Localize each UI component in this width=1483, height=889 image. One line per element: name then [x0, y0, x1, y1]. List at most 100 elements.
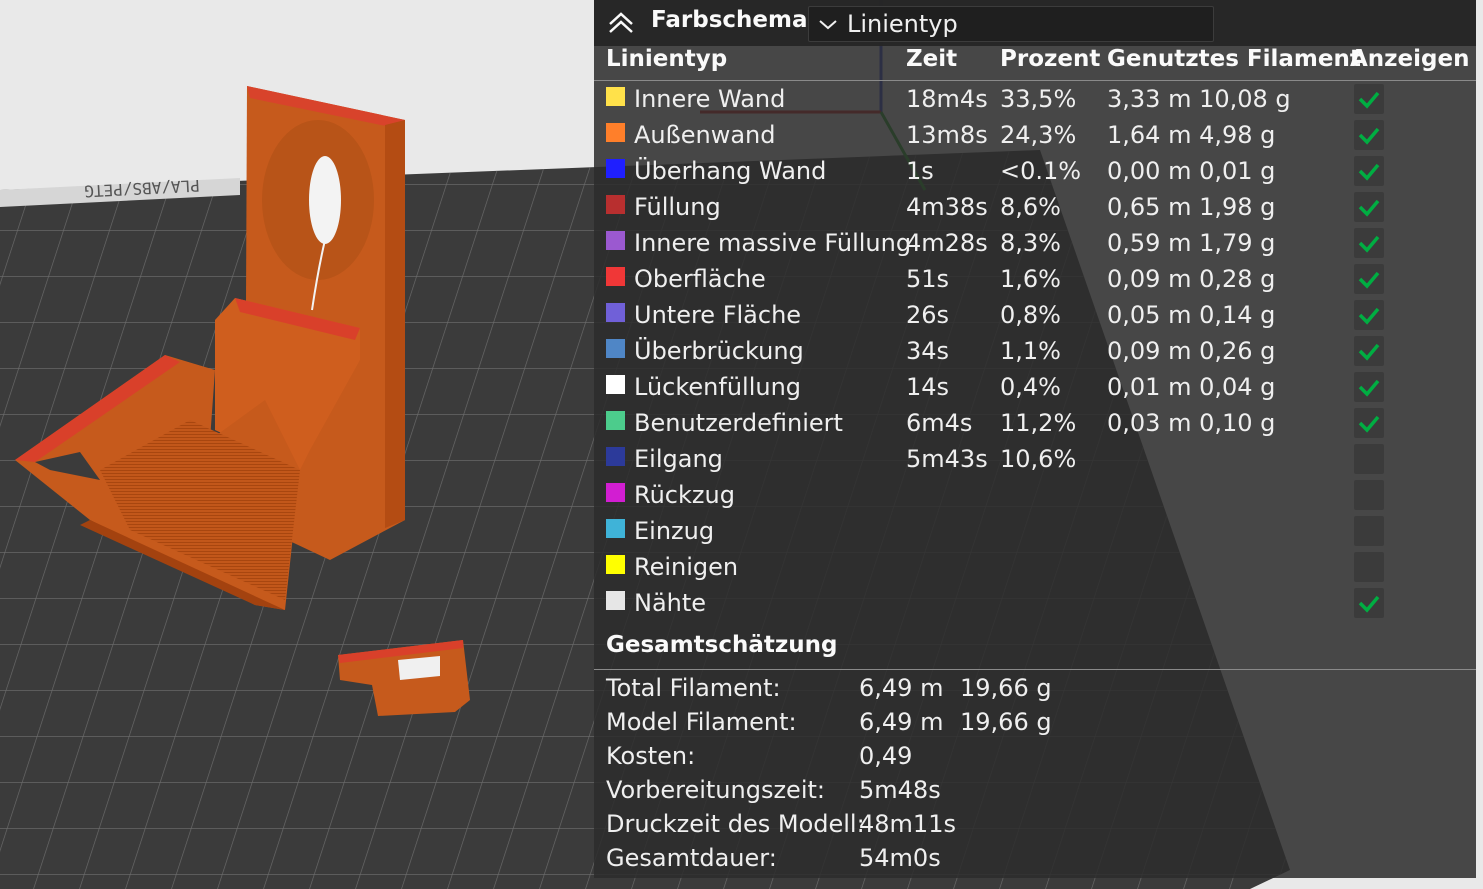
summary-value-2: 19,66 g — [960, 708, 1052, 736]
show-checkbox[interactable] — [1354, 156, 1384, 186]
chevron-down-icon — [817, 14, 839, 34]
color-swatch — [606, 231, 625, 250]
summary-value-2: 19,66 g — [960, 674, 1052, 702]
line-type-filament: 1,64 m 4,98 g — [1107, 121, 1276, 149]
line-type-percent: 8,3% — [1000, 229, 1061, 257]
summary-label: Druckzeit des Modell: — [606, 810, 865, 838]
line-type-name: Einzug — [634, 517, 715, 545]
show-checkbox[interactable] — [1354, 480, 1384, 510]
line-type-filament: 0,03 m 0,10 g — [1107, 409, 1276, 437]
line-type-time: 51s — [906, 265, 950, 293]
color-swatch — [606, 159, 625, 178]
legend-row: Reinigen — [594, 549, 1476, 585]
collapse-chevron-up-icon[interactable] — [606, 8, 636, 38]
show-checkbox[interactable] — [1354, 120, 1384, 150]
summary-value: 6,49 m — [859, 674, 944, 702]
line-type-name: Nähte — [634, 589, 707, 617]
line-type-time: 1s — [906, 157, 934, 185]
line-type-time: 4m38s — [906, 193, 988, 221]
legend-row: Überbrückung 34s 1,1% 0,09 m 0,26 g — [594, 333, 1476, 369]
show-checkbox[interactable] — [1354, 300, 1384, 330]
line-type-name: Außenwand — [634, 121, 776, 149]
show-checkbox[interactable] — [1354, 84, 1384, 114]
show-checkbox[interactable] — [1354, 336, 1384, 366]
line-type-filament: 0,09 m 0,26 g — [1107, 337, 1276, 365]
show-checkbox[interactable] — [1354, 228, 1384, 258]
line-type-percent: 0,4% — [1000, 373, 1061, 401]
color-swatch — [606, 483, 625, 502]
line-type-name: Rückzug — [634, 481, 735, 509]
show-checkbox[interactable] — [1354, 588, 1384, 618]
checkmark-icon — [1358, 91, 1380, 109]
legend-row: Oberfläche 51s 1,6% 0,09 m 0,28 g — [594, 261, 1476, 297]
show-checkbox[interactable] — [1354, 516, 1384, 546]
line-type-time: 6m4s — [906, 409, 973, 437]
header-line-type: Linientyp — [606, 46, 728, 72]
show-checkbox[interactable] — [1354, 192, 1384, 222]
checkmark-icon — [1358, 415, 1380, 433]
show-checkbox[interactable] — [1354, 264, 1384, 294]
line-type-time: 4m28s — [906, 229, 988, 257]
show-checkbox[interactable] — [1354, 552, 1384, 582]
summary-row: Total Filament: 6,49 m 19,66 g — [594, 671, 1476, 705]
line-type-name: Füllung — [634, 193, 721, 221]
color-scheme-value: Linientyp — [847, 10, 958, 38]
legend-row: Außenwand 13m8s 24,3% 1,64 m 4,98 g — [594, 117, 1476, 153]
legend-row: Lückenfüllung 14s 0,4% 0,01 m 0,04 g — [594, 369, 1476, 405]
summary-row: Druckzeit des Modell: 48m11s — [594, 807, 1476, 841]
line-type-name: Benutzerdefiniert — [634, 409, 843, 437]
color-swatch — [606, 411, 625, 430]
line-type-name: Untere Fläche — [634, 301, 802, 329]
line-type-percent: 1,1% — [1000, 337, 1061, 365]
checkmark-icon — [1358, 199, 1380, 217]
checkmark-icon — [1358, 307, 1380, 325]
line-type-filament: 0,05 m 0,14 g — [1107, 301, 1276, 329]
legend-row: Innere massive Füllung 4m28s 8,3% 0,59 m 1,… — [594, 225, 1476, 261]
line-type-filament: 0,65 m 1,98 g — [1107, 193, 1276, 221]
color-scheme-select[interactable]: Linientyp — [808, 6, 1214, 42]
header-percent: Prozent — [1000, 46, 1101, 72]
summary-label: Kosten: — [606, 742, 696, 770]
legend-row: Nähte — [594, 585, 1476, 621]
legend-header: Farbschema Linientyp — [594, 0, 1476, 46]
legend-row: Benutzerdefiniert 6m4s 11,2% 0,03 m 0,10 g — [594, 405, 1476, 441]
header-time: Zeit — [906, 46, 958, 72]
line-type-percent: 11,2% — [1000, 409, 1077, 437]
line-type-time: 5m43s — [906, 445, 988, 473]
summary-row: Vorbereitungszeit: 5m48s — [594, 773, 1476, 807]
line-type-percent: 1,6% — [1000, 265, 1061, 293]
color-swatch — [606, 339, 625, 358]
show-checkbox[interactable] — [1354, 408, 1384, 438]
line-type-time: 14s — [906, 373, 950, 401]
summary-divider — [594, 669, 1476, 670]
legend-panel: Farbschema Linientyp Linientyp Zeit Proz… — [594, 0, 1476, 878]
checkmark-icon — [1358, 163, 1380, 181]
panel-title: Farbschema — [651, 7, 808, 33]
legend-row: Füllung 4m38s 8,6% 0,65 m 1,98 g — [594, 189, 1476, 225]
checkmark-icon — [1358, 235, 1380, 253]
color-swatch — [606, 447, 625, 466]
line-type-percent: 8,6% — [1000, 193, 1061, 221]
show-checkbox[interactable] — [1354, 372, 1384, 402]
show-checkbox[interactable] — [1354, 444, 1384, 474]
color-swatch — [606, 195, 625, 214]
summary-title: Gesamtschätzung — [606, 632, 838, 658]
line-type-name: Eilgang — [634, 445, 723, 473]
line-type-name: Lückenfüllung — [634, 373, 802, 401]
summary-label: Total Filament: — [606, 674, 781, 702]
line-type-time: 26s — [906, 301, 950, 329]
header-filament: Genutztes Filament — [1107, 46, 1361, 72]
color-swatch — [606, 591, 625, 610]
color-swatch — [606, 555, 625, 574]
summary-value: 5m48s — [859, 776, 941, 804]
checkmark-icon — [1358, 127, 1380, 145]
line-type-name: Überbrückung — [634, 337, 804, 365]
color-swatch — [606, 87, 625, 106]
legend-row: Innere Wand 18m4s 33,5% 3,33 m 10,08 g — [594, 81, 1476, 117]
summary-row: Model Filament: 6,49 m 19,66 g — [594, 705, 1476, 739]
legend-row: Rückzug — [594, 477, 1476, 513]
summary-value: 54m0s — [859, 844, 941, 872]
color-swatch — [606, 267, 625, 286]
line-type-filament: 0,01 m 0,04 g — [1107, 373, 1276, 401]
line-type-percent: 0,8% — [1000, 301, 1061, 329]
